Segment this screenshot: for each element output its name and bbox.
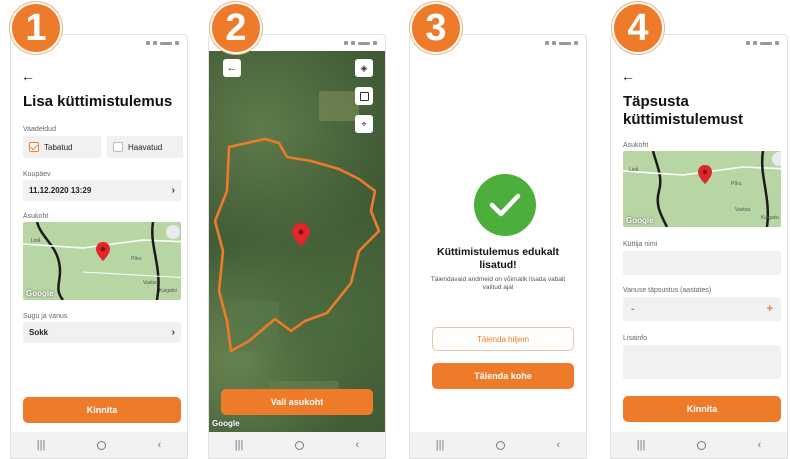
status-bar: [146, 39, 179, 47]
captured-label: Tabatud: [44, 142, 73, 152]
hunting-area-boundary-graphic: [213, 91, 381, 411]
layers-icon[interactable]: ◈: [355, 59, 373, 77]
map-place-label: Vastsa: [143, 280, 158, 286]
page-title: Lisa küttimistulemus: [23, 93, 173, 110]
date-label: Kuupäev: [23, 171, 51, 178]
chevron-right-icon: ›: [171, 327, 175, 338]
home-icon[interactable]: [294, 440, 304, 450]
step-badge-2: 2: [210, 2, 262, 54]
phone-screen-select-location: ← ◈ ⌖ Google Vali asukoht ||| ‹: [208, 34, 386, 459]
age-label: Vanuse täpsustus (aastates): [623, 287, 712, 294]
date-value: 11.12.2020 13:29: [29, 186, 92, 195]
sex-age-value: Sokk: [29, 328, 49, 337]
step-badge-1: 1: [10, 2, 62, 54]
recent-apps-icon[interactable]: |||: [235, 439, 244, 451]
map-place-label: Linå: [31, 238, 41, 244]
map-place-label: Kuigatsi: [761, 215, 779, 221]
chevron-right-icon: ›: [171, 185, 175, 196]
status-bar: [344, 39, 377, 47]
checkmark-glyph: [489, 193, 521, 217]
wounded-checkbox[interactable]: Haavatud: [107, 136, 183, 158]
checkbox-empty-icon: [113, 142, 123, 152]
home-icon[interactable]: [696, 440, 706, 450]
android-nav-bar: ||| ‹: [410, 432, 586, 458]
success-subtitle: Täiendavaid andmeid on võimalik lisada v…: [430, 276, 566, 292]
map-place-label: Põru: [731, 181, 742, 187]
back-arrow-icon[interactable]: ←: [223, 59, 241, 77]
recent-apps-icon[interactable]: |||: [436, 439, 445, 451]
draw-area-square-icon[interactable]: [355, 87, 373, 105]
confirm-button[interactable]: Kinnita: [623, 396, 781, 422]
page-title: Täpsusta küttimistulemust: [623, 93, 744, 128]
map-place-label: Põru: [131, 256, 142, 262]
locate-icon[interactable]: ⌖: [355, 115, 373, 133]
back-arrow-icon[interactable]: ←: [21, 69, 35, 83]
phone-screen-refine-result: ← Täpsusta küttimistulemust Asukoht Linå…: [610, 34, 788, 459]
google-logo: Google: [26, 289, 54, 298]
select-location-button[interactable]: Vali asukoht: [221, 389, 373, 415]
recent-apps-icon[interactable]: |||: [637, 439, 646, 451]
phone-screen-success: Küttimistulemus edukalt lisatud! Täienda…: [409, 34, 587, 459]
back-icon[interactable]: ‹: [158, 439, 162, 451]
location-mini-map[interactable]: Linå Põru Kuigatsi Vastsa Google: [623, 151, 781, 227]
info-textarea[interactable]: [623, 345, 781, 379]
back-arrow-icon[interactable]: ←: [621, 69, 635, 83]
observed-label: Vaadeldud: [23, 126, 56, 133]
recent-apps-icon[interactable]: |||: [37, 439, 46, 451]
back-icon[interactable]: ‹: [557, 439, 561, 451]
google-logo: Google: [212, 419, 240, 428]
date-field[interactable]: 11.12.2020 13:29 ›: [23, 180, 181, 201]
captured-checkbox[interactable]: Tabatud: [23, 136, 101, 158]
increment-button[interactable]: +: [767, 303, 773, 315]
hunter-name-label: Küttija nimi: [623, 241, 658, 248]
satellite-map[interactable]: ← ◈ ⌖ Google: [209, 51, 385, 432]
location-label: Asukoht: [23, 213, 49, 220]
info-label: Lisainfo: [623, 335, 648, 342]
location-mini-map[interactable]: Linå Põru Kuigatsi Vastsa Google: [23, 222, 181, 300]
success-title: Küttimistulemus edukalt lisatud!: [437, 246, 559, 272]
step-badge-4: 4: [612, 2, 664, 54]
map-place-label: Kuigatsi: [159, 288, 177, 294]
android-nav-bar: ||| ‹: [11, 432, 187, 458]
location-label: Asukoht: [623, 142, 649, 149]
status-bar: [746, 39, 779, 47]
wounded-label: Haavatud: [128, 142, 163, 152]
home-icon[interactable]: [96, 440, 106, 450]
back-icon[interactable]: ‹: [758, 439, 762, 451]
sex-age-label: Sugu ja vanus: [23, 313, 68, 320]
home-icon[interactable]: [495, 440, 505, 450]
android-nav-bar: ||| ‹: [611, 432, 787, 458]
back-icon[interactable]: ‹: [356, 439, 360, 451]
success-check-icon: [474, 174, 536, 236]
hunter-name-input[interactable]: [623, 251, 781, 275]
map-place-label: Linå: [629, 167, 639, 173]
confirm-button[interactable]: Kinnita: [23, 397, 181, 423]
sex-age-field[interactable]: Sokk ›: [23, 322, 181, 343]
complete-now-button[interactable]: Täienda kohe: [432, 363, 574, 389]
android-nav-bar: ||| ‹: [209, 432, 385, 458]
age-stepper[interactable]: - +: [623, 297, 781, 321]
phone-screen-add-result: ← Lisa küttimistulemus Vaadeldud Tabatud…: [10, 34, 188, 459]
map-place-label: Vastsa: [735, 207, 750, 213]
checkbox-checked-icon: [29, 142, 39, 152]
google-logo: Google: [626, 216, 654, 225]
decrement-button[interactable]: -: [631, 303, 635, 315]
status-bar: [545, 39, 578, 47]
complete-later-button[interactable]: Täienda hiljem: [432, 327, 574, 351]
step-badge-3: 3: [410, 2, 462, 54]
